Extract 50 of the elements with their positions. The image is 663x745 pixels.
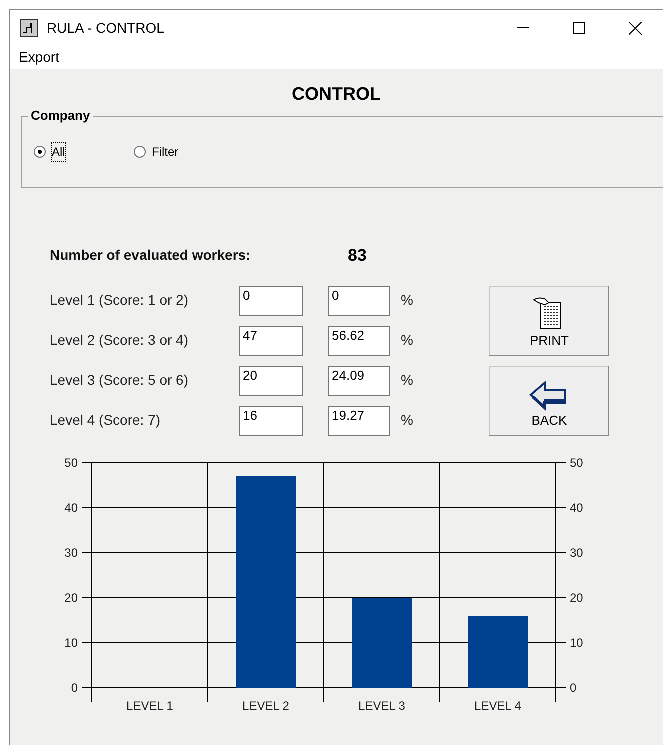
minimize-icon [517,27,529,29]
axis-tick-label: 30 [570,546,584,560]
count-field[interactable]: 47 [239,326,303,356]
percent-field[interactable]: 0 [328,286,390,316]
category-label: LEVEL 4 [474,698,522,712]
maximize-icon [573,22,585,34]
percent-unit: % [401,371,414,390]
level-label: Level 1 (Score: 1 or 2) [50,291,190,310]
workers-count: 83 [348,245,367,267]
radio-button[interactable] [34,146,46,158]
percent-field[interactable]: 24.09 [328,366,390,396]
radio-option[interactable]: All [34,143,134,161]
category-label: LEVEL 2 [242,698,290,712]
radio-option[interactable]: Filter [134,143,179,161]
close-icon [628,22,642,34]
group-label: Company [28,108,94,124]
count-field[interactable]: 20 [239,366,303,396]
radio-button[interactable] [134,146,146,158]
menu-item[interactable]: Export [19,47,60,68]
category-label: LEVEL 1 [126,698,174,712]
left-arrow-icon [529,381,570,411]
count-field[interactable]: 0 [239,286,303,316]
axis-tick-label: 20 [64,590,78,604]
percent-unit: % [401,331,414,350]
axis-tick-label: 40 [64,500,78,514]
count-field[interactable]: 16 [239,406,303,436]
app-icon [20,19,38,37]
axis-tick-label: 10 [570,636,584,650]
level-label: Level 3 (Score: 5 or 6) [50,371,190,390]
axis-tick-label: 30 [64,546,78,560]
axis-tick-label: 50 [570,456,584,470]
workers-label: Number of evaluated workers: [50,246,252,266]
category-label: LEVEL 3 [358,698,406,712]
axis-tick-label: 0 [71,680,78,694]
axis-tick-label: 0 [570,680,577,694]
bar [468,616,528,688]
window-title: RULA - CONTROL [47,18,164,38]
percent-field[interactable]: 19.27 [328,406,390,436]
axis-tick-label: 40 [570,500,584,514]
axis-tick-label: 50 [64,456,78,470]
page-heading: CONTROL [292,83,381,106]
percent-unit: % [401,411,414,430]
axis-tick-label: 10 [64,636,78,650]
back-button[interactable]: BACK [489,366,610,436]
level-label: Level 4 (Score: 7) [50,411,162,430]
print-button[interactable]: PRINT [489,286,610,356]
axis-tick-label: 20 [570,590,584,604]
percent-unit: % [401,291,414,310]
percent-field[interactable]: 56.62 [328,326,390,356]
level-label: Level 2 (Score: 3 or 4) [50,331,190,350]
